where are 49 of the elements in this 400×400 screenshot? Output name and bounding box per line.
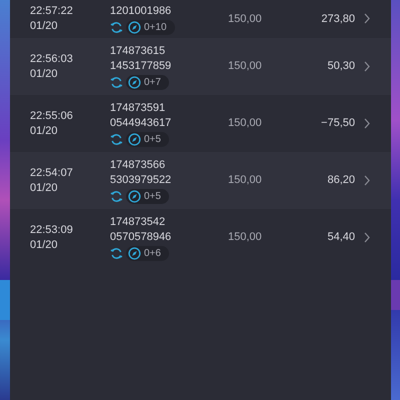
time-text: 22:53:09 xyxy=(30,222,74,238)
order-number: 174873615 xyxy=(110,44,166,58)
count-text: 0+5 xyxy=(144,190,161,202)
time-text: 22:56:03 xyxy=(30,52,74,66)
time-text: 22:54:07 xyxy=(30,166,74,180)
chevron-icon[interactable] xyxy=(364,232,370,243)
price-text: 150,00 xyxy=(228,173,263,188)
chevron-icon[interactable] xyxy=(364,118,370,129)
order-number: 174873542 xyxy=(110,214,166,230)
sync-icon xyxy=(110,132,123,146)
order-number: 174873591 xyxy=(110,100,166,116)
chevron-icon[interactable] xyxy=(364,13,370,24)
order-number: 0544943617 xyxy=(110,116,172,130)
count-text: 0+5 xyxy=(144,132,161,146)
chevron-icon[interactable] xyxy=(364,60,370,72)
amount-text: 50,30 xyxy=(326,59,355,74)
compass-icon xyxy=(128,20,141,34)
compass-icon xyxy=(128,190,141,202)
amount-text: 273,80 xyxy=(320,12,355,27)
count-text: 0+7 xyxy=(144,76,161,88)
count-text: 0+6 xyxy=(144,246,161,260)
amount-text: 54,40 xyxy=(326,230,355,246)
time-text: 22:57:22 xyxy=(30,4,74,19)
price-text: 150,00 xyxy=(228,12,263,27)
price-text: 150,00 xyxy=(228,59,263,74)
sync-icon xyxy=(110,190,123,202)
order-number: 0570578946 xyxy=(110,230,172,244)
date-text: 01/20 xyxy=(30,180,59,196)
date-text: 01/20 xyxy=(30,238,59,252)
order-number: 5303979522 xyxy=(110,172,172,188)
sync-icon xyxy=(110,246,123,260)
amount-text: 86,20 xyxy=(326,173,355,188)
chevron-icon[interactable] xyxy=(364,174,370,186)
order-number: 174873566 xyxy=(110,158,166,172)
date-text: 01/20 xyxy=(30,66,59,82)
compass-icon xyxy=(128,76,141,88)
date-text: 01/20 xyxy=(30,124,59,138)
compass-icon xyxy=(128,246,141,260)
time-text: 22:55:06 xyxy=(30,108,74,124)
order-number: 1453177859 xyxy=(110,58,172,74)
order-number: 1201001986 xyxy=(110,4,172,18)
sync-icon xyxy=(110,20,123,34)
count-text: 0+10 xyxy=(144,20,167,34)
sync-icon xyxy=(110,76,123,88)
amount-text: −75,50 xyxy=(320,116,355,132)
price-text: 150,00 xyxy=(228,116,263,132)
date-text: 01/20 xyxy=(30,19,59,34)
compass-icon xyxy=(128,132,141,146)
price-text: 150,00 xyxy=(228,230,263,246)
